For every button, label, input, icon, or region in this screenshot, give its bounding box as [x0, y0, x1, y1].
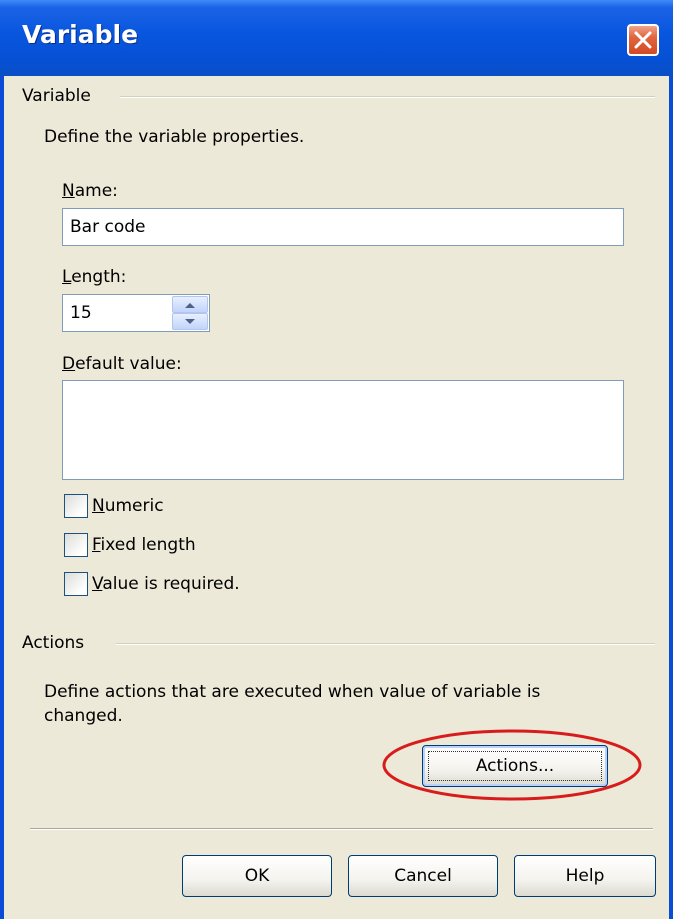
ok-button[interactable]: OK — [182, 855, 332, 897]
stepper-up-button[interactable] — [172, 296, 208, 313]
arrow-up-icon — [185, 303, 195, 308]
cancel-button[interactable]: Cancel — [348, 855, 498, 897]
arrow-down-icon — [185, 319, 195, 324]
value-required-label[interactable]: Value is required. — [92, 572, 240, 596]
help-button[interactable]: Help — [514, 855, 656, 897]
name-label: Name: — [62, 181, 118, 201]
value-required-checkbox[interactable] — [64, 572, 88, 596]
footer-separator — [30, 828, 653, 830]
name-input[interactable]: Bar code — [62, 208, 624, 246]
fixed-length-label[interactable]: Fixed length — [92, 533, 196, 557]
stepper-down-button[interactable] — [172, 313, 208, 330]
default-value-textarea[interactable] — [62, 380, 624, 480]
close-button[interactable] — [627, 24, 659, 56]
length-label: Length: — [62, 267, 127, 287]
actions-description-line1: Define actions that are executed when va… — [44, 682, 541, 702]
actions-button[interactable]: Actions... — [422, 745, 608, 787]
default-value-label: Default value: — [62, 354, 182, 374]
actions-description-line2: changed. — [44, 706, 123, 726]
variable-description: Define the variable properties. — [44, 127, 305, 147]
numeric-checkbox[interactable] — [64, 494, 88, 518]
close-icon — [634, 31, 652, 49]
title-bar[interactable]: Variable — [0, 0, 673, 76]
numeric-label[interactable]: Numeric — [92, 494, 164, 518]
fixed-length-checkbox[interactable] — [64, 533, 88, 557]
variable-group-divider — [120, 96, 655, 98]
actions-group-label: Actions — [22, 633, 85, 653]
window-title: Variable — [22, 20, 139, 49]
variable-group-label: Variable — [22, 86, 91, 106]
actions-group-divider — [116, 643, 655, 645]
length-stepper — [172, 296, 208, 330]
